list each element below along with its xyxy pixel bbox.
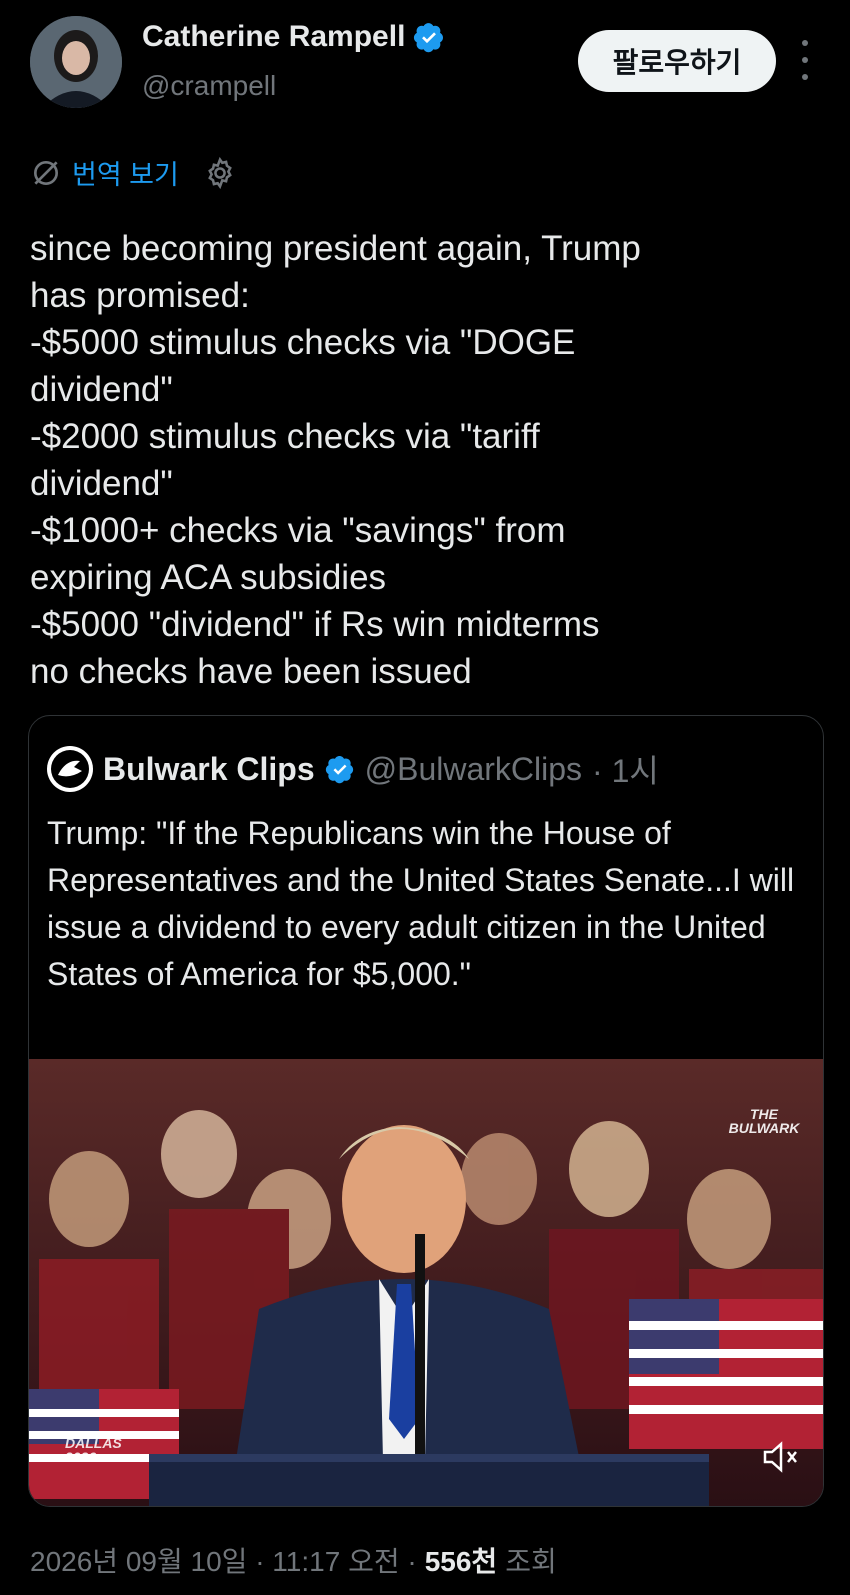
- views-label: 조회: [505, 1546, 557, 1577]
- translate-icon: [34, 160, 58, 185]
- event-badge: DALLAS 2026: [65, 1435, 122, 1465]
- author-name-row: Catherine Rampell: [142, 20, 445, 54]
- translate-row: 번역 보기: [30, 153, 237, 192]
- tweet-footer: 2026년 09월 10일 · 11:17 오전 · 556천 조회: [30, 1540, 557, 1580]
- author-handle[interactable]: @crampell: [142, 70, 276, 102]
- quoted-tweet-header: Bulwark Clips @BulwarkClips · 1시: [47, 746, 659, 792]
- translate-link[interactable]: 번역 보기: [72, 153, 179, 192]
- author-name[interactable]: Catherine Rampell: [142, 20, 405, 54]
- quoted-tweet-text: Trump: "If the Republicans win the House…: [47, 815, 795, 992]
- quoted-author-name[interactable]: Bulwark Clips: [103, 751, 315, 788]
- follow-button[interactable]: 팔로우하기: [578, 30, 776, 92]
- watermark-logo: THE BULWARK: [728, 1106, 800, 1136]
- video-player[interactable]: THE BULWARK DALLAS 2026: [29, 1059, 823, 1506]
- views-count: 556천: [424, 1546, 498, 1577]
- gear-icon[interactable]: [203, 156, 237, 190]
- verified-badge-icon: [325, 756, 353, 784]
- quoted-author-handle[interactable]: @BulwarkClips: [365, 751, 582, 788]
- tweet-text: since becoming president again, Trump ha…: [30, 229, 641, 691]
- mute-icon[interactable]: [761, 1440, 801, 1474]
- verified-badge-icon: [414, 23, 444, 53]
- quoted-tweet-time: · 1시: [592, 753, 659, 789]
- tweet-timestamp[interactable]: 2026년 09월 10일 · 11:17 오전 ·: [30, 1540, 417, 1580]
- bulwark-logo-icon: [47, 746, 93, 792]
- tweet-header: Catherine Rampell @crampell 팔로우하기: [0, 0, 850, 140]
- video-thumbnail: [29, 1059, 823, 1506]
- more-options-icon[interactable]: [796, 40, 814, 80]
- quoted-tweet[interactable]: Bulwark Clips @BulwarkClips · 1시 Trump: …: [28, 715, 824, 1507]
- avatar[interactable]: [30, 16, 122, 108]
